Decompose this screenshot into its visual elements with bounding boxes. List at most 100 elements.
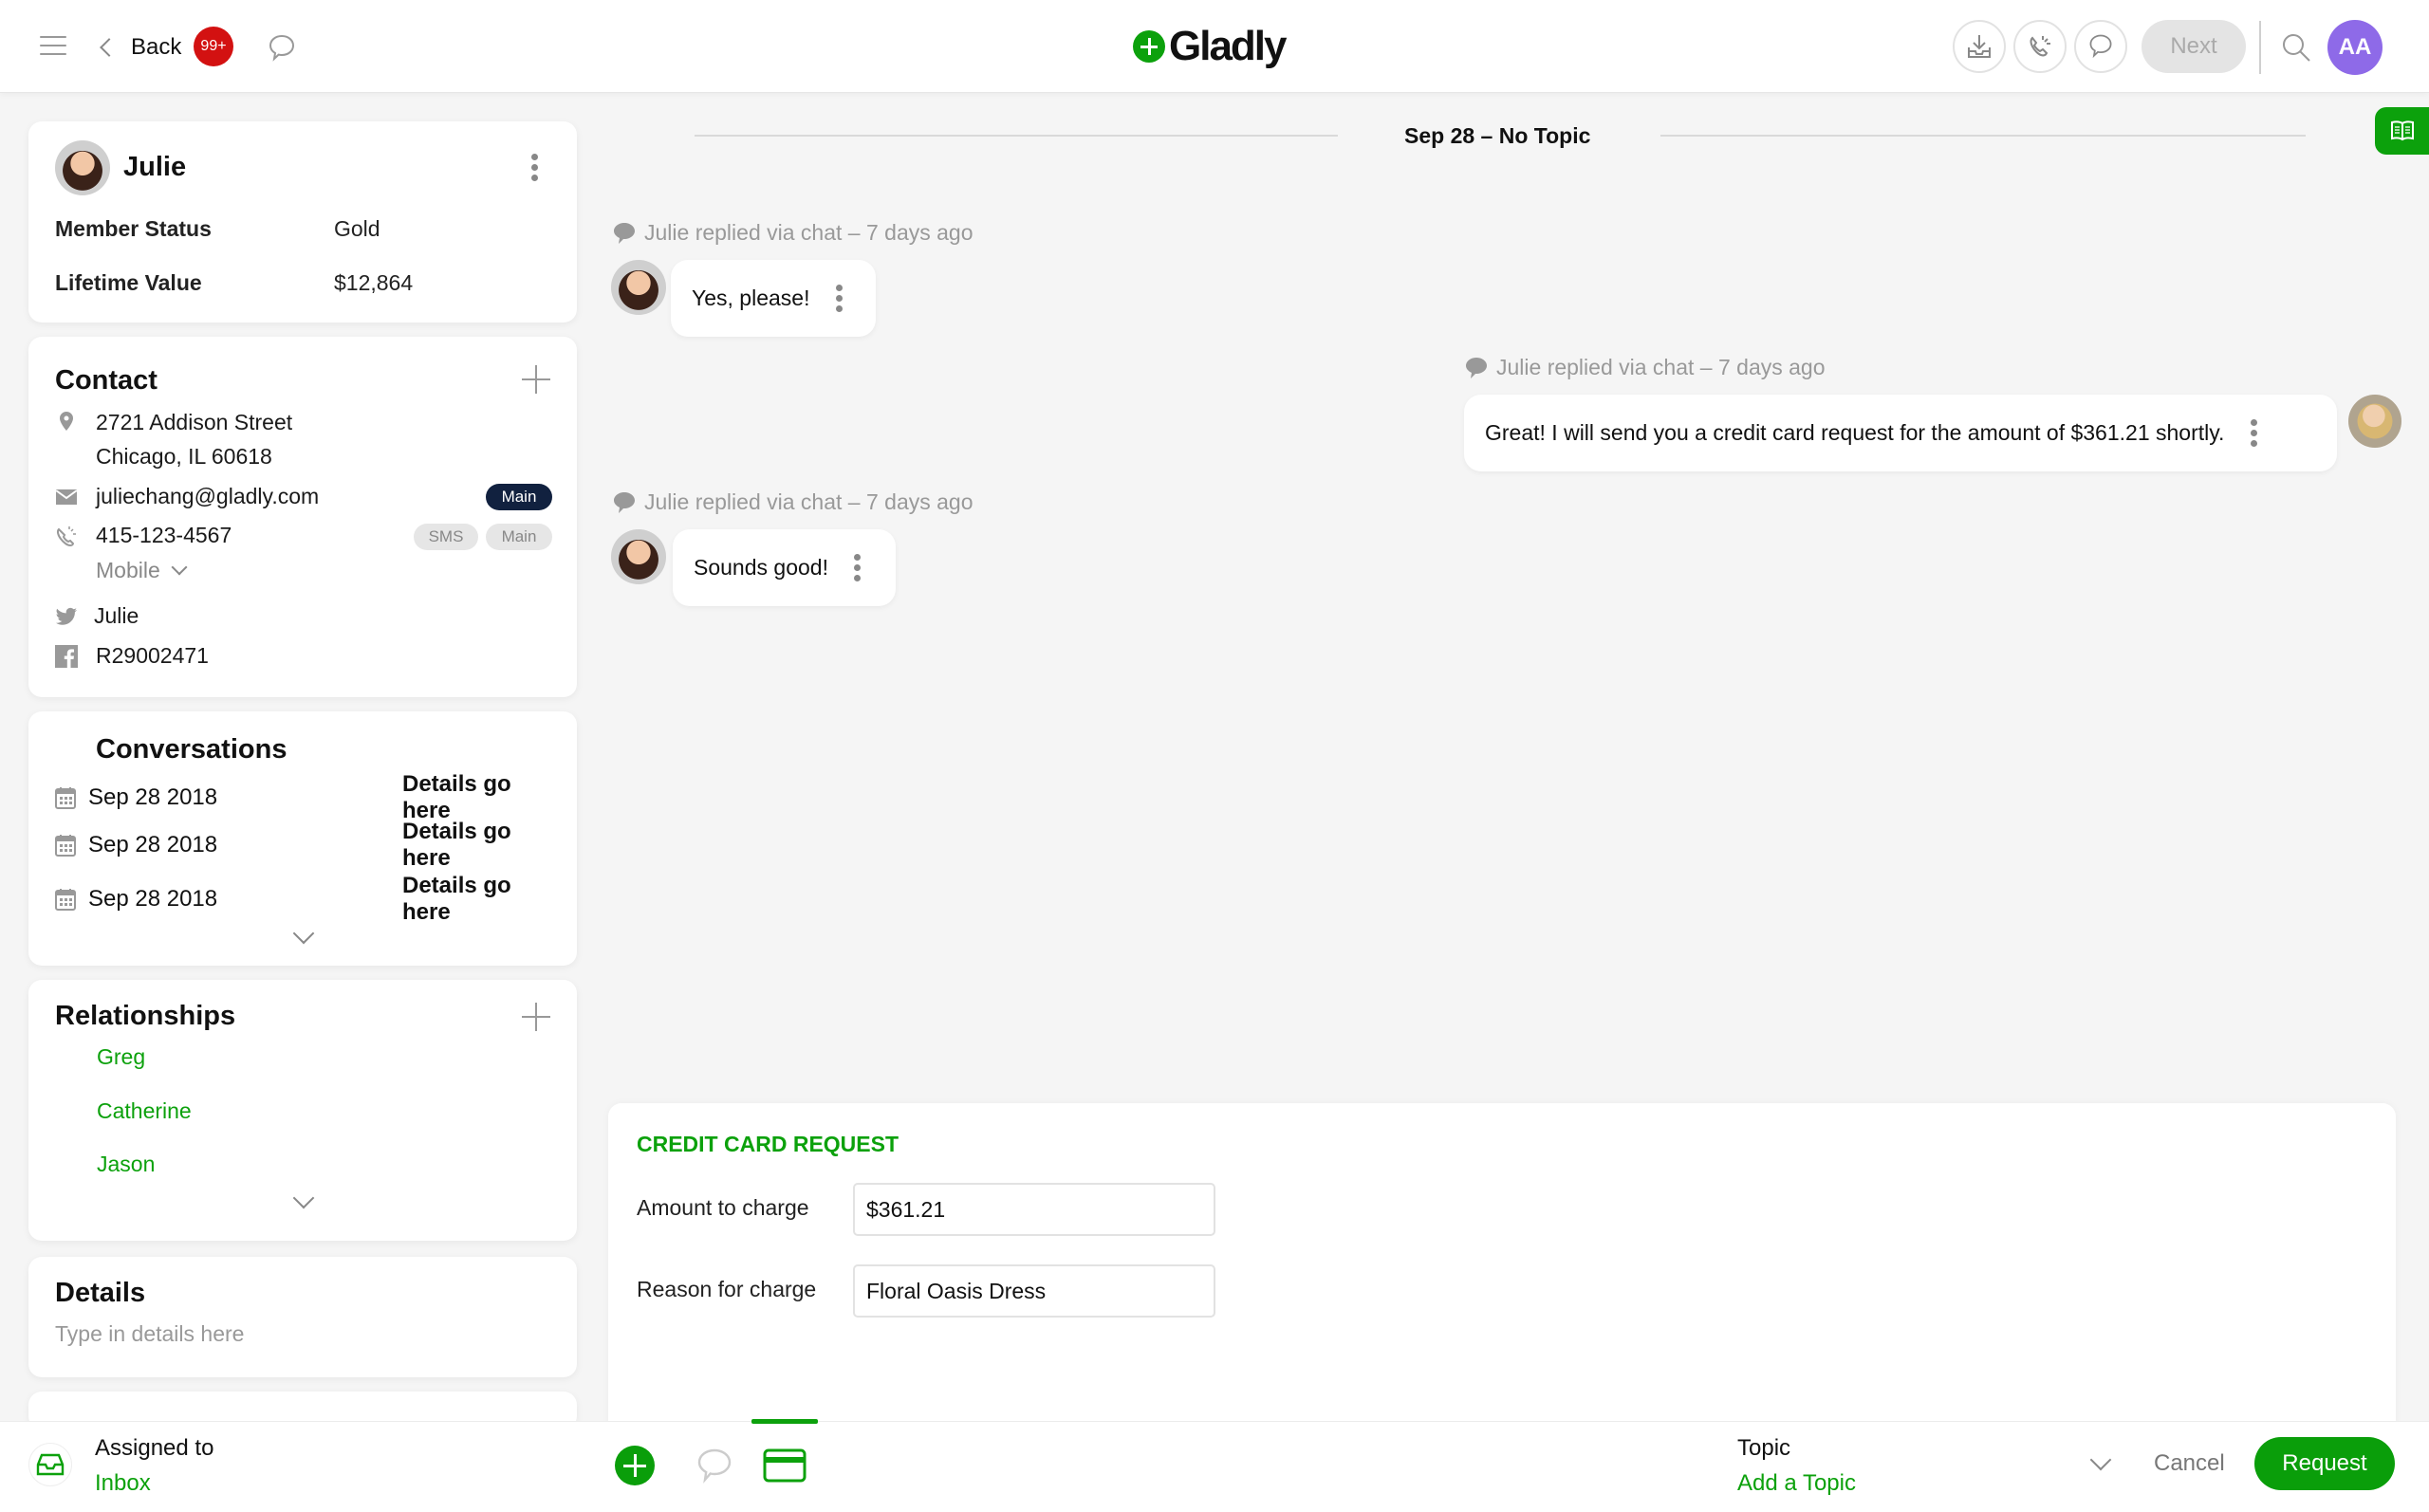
conversation-item[interactable]: Sep 28 2018 Details go here: [55, 819, 548, 871]
conversations-title: Conversations: [96, 734, 287, 765]
message-text: Great! I will send you a credit card req…: [1485, 420, 2225, 445]
topic-dropdown-chevron-icon[interactable]: [2089, 1448, 2112, 1471]
email-address[interactable]: juliechang@gladly.com: [96, 484, 319, 509]
top-header: Back 99+ Gladly Next AA: [0, 0, 2429, 93]
inbox-button[interactable]: [28, 1443, 72, 1486]
reason-input[interactable]: [853, 1264, 1215, 1318]
expand-conversations-icon[interactable]: [292, 922, 315, 945]
conversation-item[interactable]: Sep 28 2018 Details go here: [55, 873, 548, 925]
relationship-link[interactable]: Jason: [97, 1152, 155, 1177]
cancel-button[interactable]: Cancel: [2154, 1450, 2225, 1477]
phone-number[interactable]: 415-123-4567: [96, 523, 232, 548]
menu-icon[interactable]: [40, 36, 66, 57]
facebook-icon: [55, 645, 78, 668]
message-meta-text: Julie replied via chat – 7 days ago: [644, 489, 973, 514]
contact-card: Contact 2721 Addison Street Chicago, IL …: [28, 337, 577, 697]
request-button[interactable]: Request: [2254, 1437, 2395, 1490]
facebook-id[interactable]: R29002471: [96, 643, 209, 669]
relationships-title: Relationships: [55, 1001, 236, 1031]
address-line2[interactable]: Chicago, IL 60618: [96, 444, 272, 470]
phone-ringing-icon: [56, 526, 76, 547]
message-meta: Julie replied via chat – 7 days ago: [1464, 355, 1826, 380]
chevron-down-icon: [171, 559, 188, 576]
details-input[interactable]: Type in details here: [55, 1321, 244, 1347]
credit-card-request-panel: CREDIT CARD REQUEST Amount to charge Rea…: [608, 1103, 2396, 1426]
email-icon: [55, 489, 78, 505]
logo-text: Gladly: [1169, 23, 1287, 69]
add-topic-link[interactable]: Add a Topic: [1737, 1470, 1856, 1497]
chat-bubble-icon: [1466, 357, 1487, 378]
next-button[interactable]: Next: [2142, 20, 2246, 73]
inbox-icon: [36, 1453, 65, 1476]
credit-card-request-title: CREDIT CARD REQUEST: [637, 1132, 899, 1156]
inbox-download-button[interactable]: [1953, 20, 2006, 73]
more-options-icon[interactable]: [529, 154, 539, 181]
contact-title: Contact: [55, 365, 158, 396]
open-book-icon: [2390, 120, 2414, 141]
message-text: Yes, please!: [692, 286, 810, 310]
amount-label: Amount to charge: [637, 1195, 809, 1220]
member-status-label: Member Status: [55, 216, 212, 241]
customer-name: Julie: [123, 152, 187, 182]
message-options-icon[interactable]: [2249, 419, 2258, 447]
notification-badge[interactable]: 99+: [194, 27, 233, 66]
date-separator-line: [695, 135, 1338, 137]
chat-bubble-icon[interactable]: [266, 32, 298, 65]
chat-button[interactable]: [2074, 20, 2127, 73]
phone-type-label: Mobile: [96, 558, 160, 582]
back-button[interactable]: Back: [97, 28, 181, 66]
user-avatar[interactable]: AA: [2327, 20, 2383, 75]
back-label: Back: [131, 34, 182, 60]
active-tab-indicator: [751, 1419, 818, 1424]
twitter-handle[interactable]: Julie: [94, 603, 139, 629]
add-relationship-icon[interactable]: [522, 1003, 550, 1031]
lifetime-value-label: Lifetime Value: [55, 270, 202, 295]
search-icon[interactable]: [2277, 28, 2315, 66]
message-meta-text: Julie replied via chat – 7 days ago: [1496, 355, 1826, 379]
relationship-link[interactable]: Greg: [97, 1044, 145, 1070]
chat-bubble-icon: [614, 222, 635, 244]
calendar-icon: [55, 787, 76, 809]
phone-type-dropdown[interactable]: Mobile: [96, 558, 188, 583]
twitter-icon: [56, 607, 77, 625]
assigned-to-value[interactable]: Inbox: [95, 1470, 151, 1497]
customer-avatar: [611, 260, 666, 315]
relationship-link[interactable]: Catherine: [97, 1098, 192, 1124]
gladly-logo: Gladly: [1133, 23, 1287, 70]
message-meta-text: Julie replied via chat – 7 days ago: [644, 220, 973, 245]
phone-button[interactable]: [2013, 20, 2067, 73]
message-options-icon[interactable]: [834, 285, 844, 312]
address-line1[interactable]: 2721 Addison Street: [96, 410, 292, 435]
conversation-details: Details go here: [402, 771, 511, 823]
conversation-item[interactable]: Sep 28 2018 Details go here: [55, 771, 548, 823]
credit-card-tab[interactable]: [763, 1448, 807, 1483]
date-separator: Sep 28 – No Topic: [1404, 123, 1591, 148]
customer-avatar: [55, 140, 110, 195]
chat-bubble-icon: [614, 491, 635, 513]
details-card: Details Type in details here: [28, 1257, 577, 1377]
message-bubble: Great! I will send you a credit card req…: [1464, 395, 2337, 471]
details-title: Details: [55, 1278, 146, 1308]
agent-avatar: [2348, 395, 2401, 448]
relationships-card: Relationships Greg Catherine Jason: [28, 980, 577, 1241]
member-status-value: Gold: [334, 216, 380, 241]
phone-ringing-icon: [2030, 36, 2050, 57]
message-bubble: Yes, please!: [671, 260, 876, 337]
knowledge-base-tab[interactable]: [2375, 107, 2429, 155]
message-text: Sounds good!: [694, 555, 828, 580]
message-meta: Julie replied via chat – 7 days ago: [612, 220, 973, 246]
add-contact-icon[interactable]: [522, 365, 550, 394]
calendar-icon: [55, 889, 76, 911]
amount-input[interactable]: [853, 1183, 1215, 1236]
message-options-icon[interactable]: [853, 554, 862, 581]
reason-label: Reason for charge: [637, 1277, 817, 1301]
chat-composer-tab[interactable]: [695, 1446, 734, 1485]
expand-relationships-icon[interactable]: [292, 1187, 315, 1209]
phone-sms-badge: SMS: [414, 524, 478, 550]
add-action-button[interactable]: [615, 1446, 655, 1485]
logo-plus-icon: [1133, 30, 1165, 63]
customer-avatar: [611, 529, 666, 584]
bottom-bar: Assigned to Inbox Topic Add a Topic Canc…: [0, 1419, 2429, 1512]
header-divider: [2259, 21, 2261, 74]
conversations-card: Conversations Sep 28 2018 Details go her…: [28, 711, 577, 966]
